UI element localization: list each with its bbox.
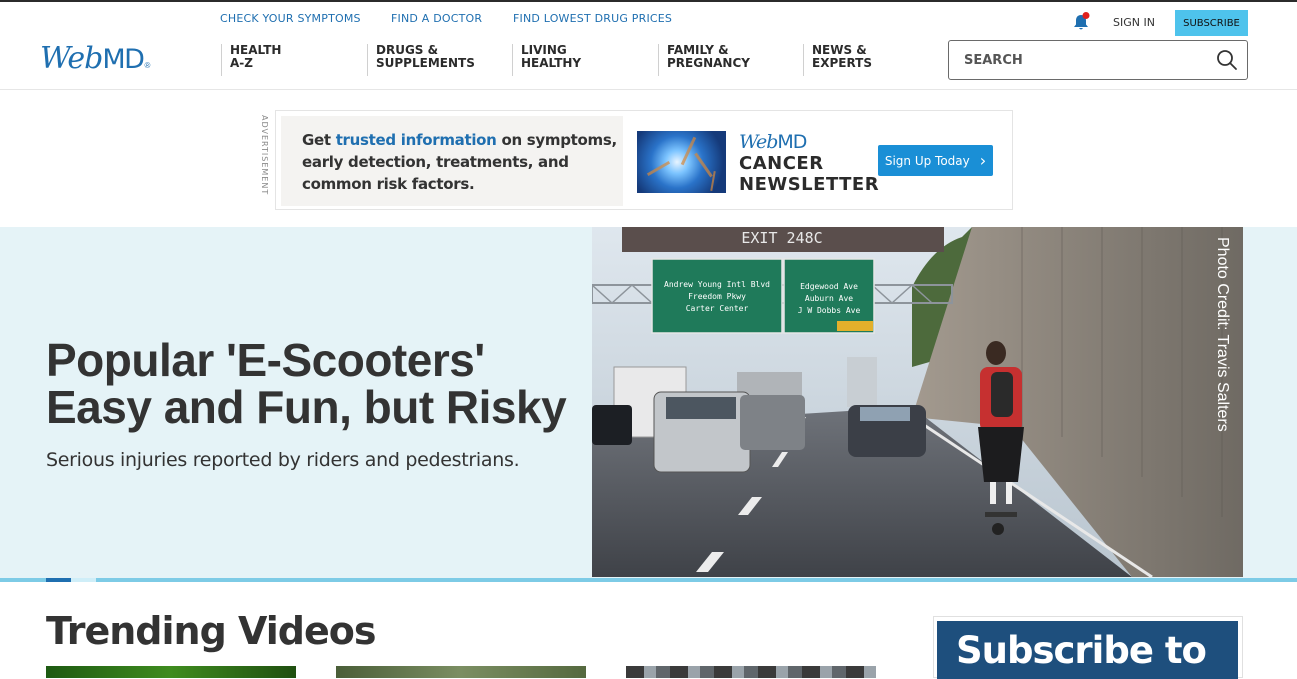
svg-text:Carter Center: Carter Center [686,304,749,313]
nav-news-experts[interactable]: NEWS & EXPERTS [803,44,872,76]
svg-text:EXIT 248C: EXIT 248C [741,229,822,247]
cta-label: Sign Up Today [884,153,970,168]
photo-credit: Photo Credit: Travis Salters [1214,237,1231,432]
trending-video-thumbnail[interactable] [336,666,586,678]
sign-in-link[interactable]: SIGN IN [1113,16,1155,29]
nav-label-line2: A-Z [230,56,253,70]
nav-living-healthy[interactable]: LIVING HEALTHY [512,44,581,76]
ad-copy: Get trusted information on symptoms, ear… [281,116,623,206]
nav-drugs-supplements[interactable]: DRUGS & SUPPLEMENTS [367,44,475,76]
hero-subtitle: Serious injuries reported by riders and … [46,449,520,471]
svg-text:Andrew Young Intl Blvd: Andrew Young Intl Blvd [664,280,770,289]
bell-icon[interactable] [1072,12,1090,32]
search-input[interactable] [964,52,1194,68]
ad-text-pre: Get [302,131,336,149]
nav-label-line2: EXPERTS [812,56,872,70]
carousel-indicator[interactable] [71,578,96,582]
subscribe-button[interactable]: SUBSCRIBE [1175,10,1248,36]
ad-text-highlight: trusted information [335,131,497,149]
sign-up-today-button[interactable]: Sign Up Today › [878,145,993,176]
logo-md: MD [102,44,145,75]
logo-web: Web [40,41,103,76]
nav-label-line2: PREGNANCY [667,56,750,70]
chevron-right-icon: › [979,151,987,170]
trending-video-thumbnail[interactable] [46,666,296,678]
logo-registered-mark: ® [144,61,151,70]
ad-newsletter-title: CANCER NEWSLETTER [739,153,880,195]
find-doctor-link[interactable]: FIND A DOCTOR [391,12,482,25]
svg-text:Edgewood Ave: Edgewood Ave [800,282,858,291]
trending-video-thumbnail[interactable] [626,666,876,678]
nav-label-line2: SUPPLEMENTS [376,56,475,70]
nav-health-a-z[interactable]: HEALTH A-Z [221,44,281,76]
svg-text:J W Dobbs Ave: J W Dobbs Ave [798,306,861,315]
advertisement-label: ADVERTISEMENT [260,115,269,196]
hero-photo[interactable]: EXIT 248C Andrew Young Intl Blvd Freedom… [592,227,1243,577]
search-icon[interactable] [1216,49,1238,71]
hero-headline[interactable]: Popular 'E-Scooters' Easy and Fun, but R… [46,337,576,431]
search-box [948,40,1248,80]
svg-text:Auburn Ave: Auburn Ave [805,294,853,303]
subscribe-promo-text: Subscribe to [937,621,1238,679]
nav-label-line2: HEALTHY [521,56,582,70]
subscribe-promo[interactable]: Subscribe to [933,616,1243,679]
nav-family-pregnancy[interactable]: FAMILY & PREGNANCY [658,44,750,76]
notification-dot [1082,12,1090,19]
site-header: CHECK YOUR SYMPTOMS FIND A DOCTOR FIND L… [0,2,1297,90]
cancer-cell-image [637,131,726,193]
ad-webmd-logo: WebMD [739,131,807,153]
svg-text:Freedom Pkwy: Freedom Pkwy [688,292,746,301]
check-symptoms-link[interactable]: CHECK YOUR SYMPTOMS [220,12,361,25]
trending-videos-heading: Trending Videos [46,609,376,653]
drug-prices-link[interactable]: FIND LOWEST DRUG PRICES [513,12,672,25]
carousel-progress [0,578,1297,582]
carousel-indicator-active[interactable] [46,578,71,582]
cancer-newsletter-ad[interactable]: Get trusted information on symptoms, ear… [275,110,1013,210]
webmd-logo[interactable]: Web MD ® [40,41,150,79]
